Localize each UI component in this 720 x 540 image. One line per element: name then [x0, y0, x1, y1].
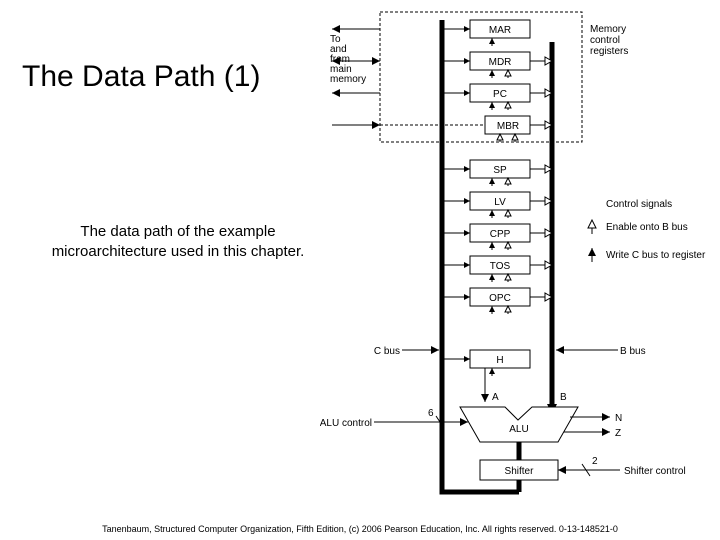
register-lv: LV: [470, 192, 530, 210]
svg-text:ALU: ALU: [509, 424, 528, 435]
svg-text:TOS: TOS: [490, 261, 511, 272]
register-cpp: CPP: [470, 224, 530, 242]
svg-text:MDR: MDR: [489, 57, 512, 68]
svg-text:2: 2: [592, 456, 598, 467]
datapath-diagram: MAR MDR PC MBR SP LV CPP TOS OPC H: [320, 2, 720, 522]
c-bus-write-arrows: [442, 26, 470, 362]
svg-text:B: B: [560, 392, 567, 403]
register-tos: TOS: [470, 256, 530, 274]
svg-text:OPC: OPC: [489, 293, 511, 304]
register-h: H: [470, 350, 530, 368]
svg-text:Shifter: Shifter: [505, 466, 535, 477]
svg-text:Enable onto B bus: Enable onto B bus: [606, 222, 688, 233]
svg-text:CPP: CPP: [490, 229, 511, 240]
svg-text:Z: Z: [615, 428, 621, 439]
svg-text:MBR: MBR: [497, 121, 519, 132]
svg-text:Write C bus to register: Write C bus to register: [606, 250, 706, 261]
register-mdr: MDR: [470, 52, 530, 70]
slide-title: The Data Path (1): [22, 60, 260, 94]
register-mbr: MBR: [485, 116, 530, 134]
c-bus-label: C bus: [374, 346, 400, 357]
svg-text:A: A: [492, 392, 499, 403]
svg-text:MAR: MAR: [489, 25, 511, 36]
memory-registers-label: Memorycontrolregisters: [590, 24, 628, 57]
register-pc: PC: [470, 84, 530, 102]
svg-text:N: N: [615, 413, 622, 424]
footer-citation: Tanenbaum, Structured Computer Organizat…: [0, 524, 720, 534]
control-signals-label: Control signals: [606, 199, 672, 210]
register-opc: OPC: [470, 288, 530, 306]
svg-text:6: 6: [428, 408, 434, 419]
register-mar: MAR: [470, 20, 530, 38]
alu-control-label: ALU control: [320, 418, 372, 429]
register-sp: SP: [470, 160, 530, 178]
slide-caption: The data path of the example microarchit…: [48, 222, 308, 263]
shifter-control-label: Shifter control: [624, 466, 686, 477]
b-bus-enable-arrows: [530, 57, 552, 301]
legend-enable-b: Enable onto B bus: [588, 220, 688, 234]
svg-text:PC: PC: [493, 89, 507, 100]
main-memory-label: Toandfrommainmemory: [330, 34, 366, 85]
svg-text:LV: LV: [494, 197, 506, 208]
b-bus-label: B bus: [620, 346, 646, 357]
svg-text:H: H: [496, 355, 503, 366]
legend-write-c: Write C bus to register: [588, 248, 706, 262]
svg-text:SP: SP: [493, 165, 507, 176]
